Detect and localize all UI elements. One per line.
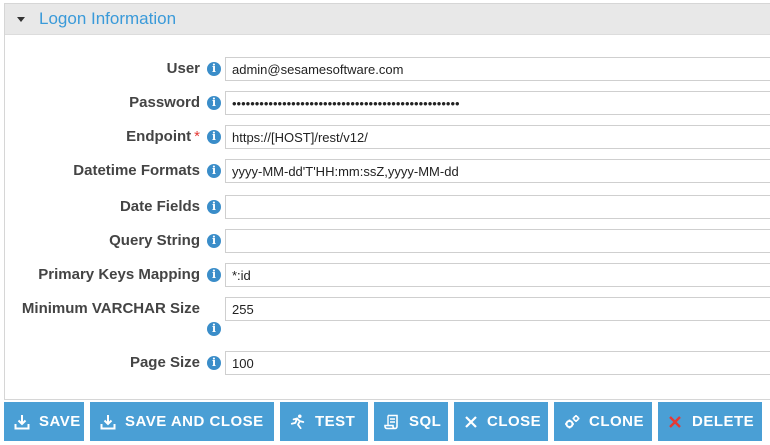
section-title: Logon Information bbox=[39, 9, 177, 28]
page-size-input[interactable] bbox=[225, 351, 770, 375]
close-label: CLOSE bbox=[487, 413, 542, 430]
action-toolbar: SAVE SAVE AND CLOSE TEST SQL CLOSE CLONE bbox=[4, 402, 762, 441]
delete-button[interactable]: DELETE bbox=[658, 402, 762, 441]
endpoint-input[interactable] bbox=[225, 125, 770, 149]
primary-keys-mapping-label: Primary Keys Mapping bbox=[38, 266, 200, 283]
info-icon[interactable]: i bbox=[207, 234, 221, 248]
user-label: User bbox=[166, 60, 200, 77]
user-input[interactable] bbox=[225, 57, 770, 81]
required-marker: * bbox=[194, 128, 200, 145]
password-input[interactable] bbox=[225, 91, 770, 115]
save-and-close-button[interactable]: SAVE AND CLOSE bbox=[90, 402, 274, 441]
save-label: SAVE bbox=[39, 413, 81, 430]
date-fields-label: Date Fields bbox=[119, 198, 200, 215]
datetime-formats-input[interactable] bbox=[225, 159, 770, 183]
close-icon bbox=[464, 414, 478, 430]
date-fields-input[interactable] bbox=[225, 195, 770, 219]
sql-label: SQL bbox=[409, 413, 442, 430]
info-icon[interactable]: i bbox=[207, 322, 221, 336]
field-row-page-size: Page Size i bbox=[0, 351, 770, 375]
page-size-label: Page Size bbox=[129, 354, 200, 371]
password-label: Password bbox=[129, 94, 200, 111]
running-figure-icon bbox=[290, 413, 306, 430]
info-icon[interactable]: i bbox=[207, 268, 221, 282]
section-header[interactable]: Logon Information bbox=[5, 4, 770, 35]
field-row-query-string: Query String i bbox=[0, 229, 770, 253]
field-row-password: Password i bbox=[0, 91, 770, 115]
gears-icon bbox=[564, 414, 580, 430]
info-icon[interactable]: i bbox=[207, 62, 221, 76]
minimum-varchar-size-label: Minimum VARCHAR Size bbox=[21, 300, 200, 317]
endpoint-label: Endpoint * bbox=[126, 125, 200, 149]
info-icon[interactable]: i bbox=[207, 130, 221, 144]
save-and-close-label: SAVE AND CLOSE bbox=[125, 413, 264, 430]
endpoint-label-text: Endpoint bbox=[126, 128, 192, 145]
close-button[interactable]: CLOSE bbox=[454, 402, 548, 441]
info-icon[interactable]: i bbox=[207, 96, 221, 110]
field-row-datetime-formats: Datetime Formats i bbox=[0, 159, 770, 183]
field-row-endpoint: Endpoint * i bbox=[0, 125, 770, 149]
field-row-minimum-varchar-size: Minimum VARCHAR Size i bbox=[0, 297, 770, 336]
sql-button[interactable]: SQL bbox=[374, 402, 448, 441]
delete-x-icon bbox=[668, 414, 682, 430]
primary-keys-mapping-input[interactable] bbox=[225, 263, 770, 287]
download-icon bbox=[100, 414, 116, 430]
info-icon[interactable]: i bbox=[207, 356, 221, 370]
field-row-user: User i bbox=[0, 57, 770, 81]
datetime-formats-label: Datetime Formats bbox=[73, 162, 200, 179]
field-row-date-fields: Date Fields i bbox=[0, 195, 770, 219]
clone-button[interactable]: CLONE bbox=[554, 402, 652, 441]
test-label: TEST bbox=[315, 413, 356, 430]
query-string-input[interactable] bbox=[225, 229, 770, 253]
scroll-icon bbox=[384, 414, 400, 430]
clone-label: CLONE bbox=[589, 413, 644, 430]
field-row-primary-keys-mapping: Primary Keys Mapping i bbox=[0, 263, 770, 287]
test-button[interactable]: TEST bbox=[280, 402, 368, 441]
delete-label: DELETE bbox=[692, 413, 755, 430]
info-icon[interactable]: i bbox=[207, 200, 221, 214]
info-icon[interactable]: i bbox=[207, 164, 221, 178]
query-string-label: Query String bbox=[109, 232, 200, 249]
save-button[interactable]: SAVE bbox=[4, 402, 84, 441]
collapse-caret-icon[interactable] bbox=[17, 17, 25, 22]
download-icon bbox=[14, 414, 30, 430]
minimum-varchar-size-input[interactable] bbox=[225, 297, 770, 321]
